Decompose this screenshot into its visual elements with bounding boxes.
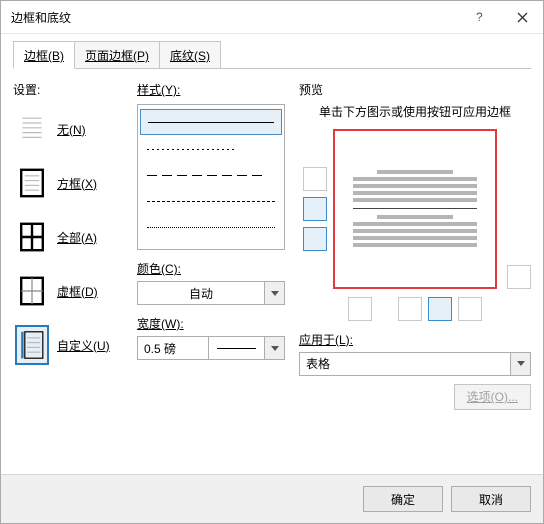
style-dashed[interactable] (140, 189, 282, 213)
edge-hmiddle-button[interactable] (303, 197, 327, 221)
close-icon (517, 12, 528, 23)
apply-dropdown[interactable]: 表格 (299, 352, 531, 376)
apply-value: 表格 (299, 352, 511, 376)
borders-shading-dialog: 边框和底纹 ? 边框(B) 页面边框(P) 底纹(S) 设置: (0, 0, 544, 524)
tab-border[interactable]: 边框(B) (13, 41, 75, 69)
edge-bottom-button[interactable] (303, 227, 327, 251)
preview-hint: 单击下方图示或使用按钮可应用边框 (307, 104, 523, 121)
preview-label: 预览 (299, 81, 531, 98)
horizontal-edge-buttons (299, 297, 531, 321)
settings-label: 设置: (13, 81, 123, 98)
edge-top-button[interactable] (303, 167, 327, 191)
question-icon: ? (474, 11, 486, 23)
help-button[interactable]: ? (459, 1, 501, 33)
edge-left-button[interactable] (398, 297, 422, 321)
preview-main (299, 129, 531, 289)
none-icon (15, 109, 49, 149)
edge-diag-left-button[interactable] (348, 297, 372, 321)
style-dotted[interactable] (140, 137, 282, 161)
grid-icon (15, 271, 49, 311)
width-sample (209, 336, 265, 360)
edge-diag-right-button[interactable] (507, 265, 531, 289)
ok-button[interactable]: 确定 (363, 486, 443, 512)
style-list[interactable] (137, 104, 285, 250)
tab-bar: 边框(B) 页面边框(P) 底纹(S) (13, 42, 531, 69)
setting-grid[interactable]: 虚框(D) (13, 266, 123, 316)
setting-label: 自定义(U) (57, 337, 110, 354)
window-title: 边框和底纹 (11, 9, 459, 26)
tab-panel: 设置: 无(N) 方框(X) 全部 (13, 69, 531, 474)
color-dropdown[interactable]: 自动 (137, 281, 285, 305)
color-label: 颜色(C): (137, 260, 285, 277)
tab-page-border[interactable]: 页面边框(P) (74, 41, 160, 68)
preview-stage[interactable] (333, 129, 497, 289)
chevron-down-icon (271, 291, 279, 296)
setting-all[interactable]: 全部(A) (13, 212, 123, 262)
close-button[interactable] (501, 1, 543, 33)
width-dropdown-button[interactable] (265, 336, 285, 360)
setting-label: 虚框(D) (57, 283, 98, 300)
style-solid[interactable] (140, 109, 282, 135)
dialog-content: 边框(B) 页面边框(P) 底纹(S) 设置: 无(N) (1, 34, 543, 474)
style-dashed-long[interactable] (140, 163, 282, 187)
svg-text:?: ? (476, 11, 483, 23)
options-button: 选项(O)... (454, 384, 531, 410)
color-dropdown-button[interactable] (265, 281, 285, 305)
settings-column: 设置: 无(N) 方框(X) 全部 (13, 81, 123, 474)
style-column: 样式(Y): 颜色(C): 自动 宽度(W): 0.5 磅 (137, 81, 285, 474)
cancel-button[interactable]: 取消 (451, 486, 531, 512)
edge-vmiddle-button[interactable] (428, 297, 452, 321)
setting-label: 无(N) (57, 121, 86, 138)
setting-label: 全部(A) (57, 229, 97, 246)
style-dashdot[interactable] (140, 215, 282, 239)
preview-column: 预览 单击下方图示或使用按钮可应用边框 (299, 81, 531, 474)
chevron-down-icon (271, 346, 279, 351)
width-label: 宽度(W): (137, 315, 285, 332)
setting-box[interactable]: 方框(X) (13, 158, 123, 208)
box-icon (15, 163, 49, 203)
setting-none[interactable]: 无(N) (13, 104, 123, 154)
width-value: 0.5 磅 (137, 336, 209, 360)
all-icon (15, 217, 49, 257)
title-bar: 边框和底纹 ? (1, 1, 543, 34)
button-bar: 确定 取消 (1, 474, 543, 523)
setting-custom[interactable]: 自定义(U) (13, 320, 123, 370)
edge-right-button[interactable] (458, 297, 482, 321)
apply-label: 应用于(L): (299, 331, 531, 348)
custom-icon (15, 325, 49, 365)
style-label: 样式(Y): (137, 81, 285, 98)
setting-label: 方框(X) (57, 175, 97, 192)
apply-dropdown-button[interactable] (511, 352, 531, 376)
width-dropdown[interactable]: 0.5 磅 (137, 336, 285, 360)
color-value: 自动 (137, 281, 265, 305)
vertical-edge-buttons (299, 167, 327, 251)
tab-shading[interactable]: 底纹(S) (159, 41, 221, 68)
chevron-down-icon (517, 361, 525, 366)
